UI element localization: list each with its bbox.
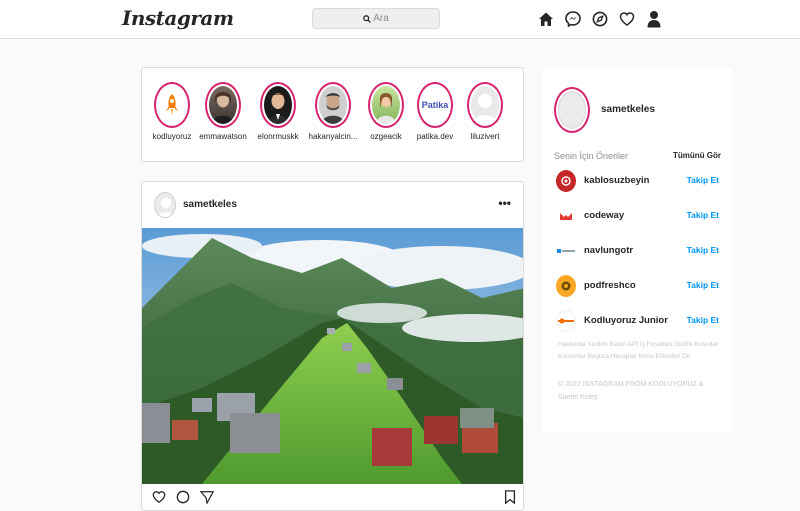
more-options-icon[interactable]: ••• <box>498 196 511 210</box>
follow-button[interactable]: Takip Et <box>687 210 719 220</box>
story-item[interactable]: liluzivert <box>460 82 510 141</box>
suggestion-username[interactable]: codeway <box>584 210 624 221</box>
top-navbar: Instagram Ara <box>0 0 800 39</box>
search-input[interactable]: Ara <box>312 8 440 29</box>
story-ring <box>368 82 404 128</box>
story-item[interactable]: Patika patika.dev <box>410 82 460 141</box>
person-avatar <box>264 86 292 124</box>
story-ring: Patika <box>417 82 453 128</box>
story-item[interactable]: emmawatson <box>198 82 248 141</box>
navlungo-logo-icon[interactable] <box>556 240 576 262</box>
heart-icon[interactable] <box>619 10 635 28</box>
kodluyoruz-junior-logo-icon[interactable] <box>556 310 576 332</box>
suggestions-title: Senin İçin Öneriler <box>554 151 629 161</box>
instagram-logo[interactable]: Instagram <box>122 6 234 30</box>
patika-logo-text: Patika <box>421 100 449 110</box>
post-username[interactable]: sametkeles <box>183 199 237 210</box>
current-user-avatar[interactable] <box>554 87 590 133</box>
post-header: sametkeles ••• <box>142 182 523 228</box>
suggestion-username[interactable]: podfreshco <box>584 280 636 291</box>
right-sidebar: sametkeles Senin İçin Öneriler Tümünü Gö… <box>542 67 732 432</box>
profile-icon[interactable] <box>646 10 662 28</box>
person-avatar <box>209 86 237 124</box>
story-ring <box>154 82 190 128</box>
search-icon <box>363 14 372 23</box>
current-username[interactable]: sametkeles <box>601 104 655 115</box>
follow-button[interactable]: Takip Et <box>687 280 719 290</box>
search-placeholder: Ara <box>373 13 389 24</box>
follow-button[interactable]: Takip Et <box>687 315 719 325</box>
mountain-village-photo[interactable] <box>142 228 524 484</box>
home-icon[interactable] <box>538 10 554 28</box>
story-ring <box>205 82 241 128</box>
story-item[interactable]: elonrmuskk <box>253 82 303 141</box>
stories-bar: kodluyoruz emmawatson elonrmuskk hakanya… <box>141 67 524 162</box>
patika-logo: Patika <box>421 86 449 124</box>
story-username: ozgeacik <box>370 132 402 141</box>
suggestion-row: kablosuzbeyin Takip Et <box>556 170 721 192</box>
story-item[interactable]: ozgeacik <box>361 82 411 141</box>
suggestion-row: navlungotr Takip Et <box>556 240 721 262</box>
suggestion-row: Kodluyoruz Junior Takip Et <box>556 310 721 332</box>
story-username: liluzivert <box>470 132 500 141</box>
story-username: elonrmuskk <box>257 132 299 141</box>
story-ring <box>467 82 503 128</box>
story-username: patika.dev <box>416 132 454 141</box>
story-username: hakanyalcin... <box>308 132 358 141</box>
follow-button[interactable]: Takip Et <box>687 245 719 255</box>
post-card: sametkeles ••• <box>141 181 524 511</box>
explore-icon[interactable] <box>592 10 608 28</box>
story-ring <box>315 82 351 128</box>
story-username: kodluyoruz <box>152 132 192 141</box>
podfresh-logo-icon[interactable] <box>556 275 576 297</box>
copyright-text: © 2022 INSTAGRAM FROM KODLUYORUZ & Samet… <box>558 381 704 401</box>
story-item[interactable]: hakanyalcin... <box>308 82 358 141</box>
story-ring <box>260 82 296 128</box>
messenger-icon[interactable] <box>565 10 581 28</box>
default-avatar <box>471 86 499 124</box>
suggestion-username[interactable]: navlungotr <box>584 245 633 256</box>
person-avatar <box>319 86 347 124</box>
person-avatar <box>372 86 400 124</box>
footer-links[interactable]: Hakkında Yardım Basın API İş Fırsatları … <box>558 339 728 363</box>
suggestion-row: podfreshco Takip Et <box>556 275 721 297</box>
kablosuzbeyin-logo-icon[interactable] <box>556 170 576 192</box>
follow-button[interactable]: Takip Et <box>687 175 719 185</box>
suggestion-row: codeway Takip Et <box>556 205 721 227</box>
codeway-logo-icon[interactable] <box>556 205 576 227</box>
story-username: emmawatson <box>199 132 247 141</box>
suggestion-username[interactable]: kablosuzbeyin <box>584 175 649 186</box>
suggestion-username[interactable]: Kodluyoruz Junior <box>584 315 668 326</box>
see-all-link[interactable]: Tümünü Gör <box>673 151 721 160</box>
post-avatar[interactable] <box>154 192 176 218</box>
avatar-placeholder <box>558 91 586 129</box>
story-item[interactable]: kodluyoruz <box>147 82 197 141</box>
rocket-avatar <box>158 86 186 124</box>
